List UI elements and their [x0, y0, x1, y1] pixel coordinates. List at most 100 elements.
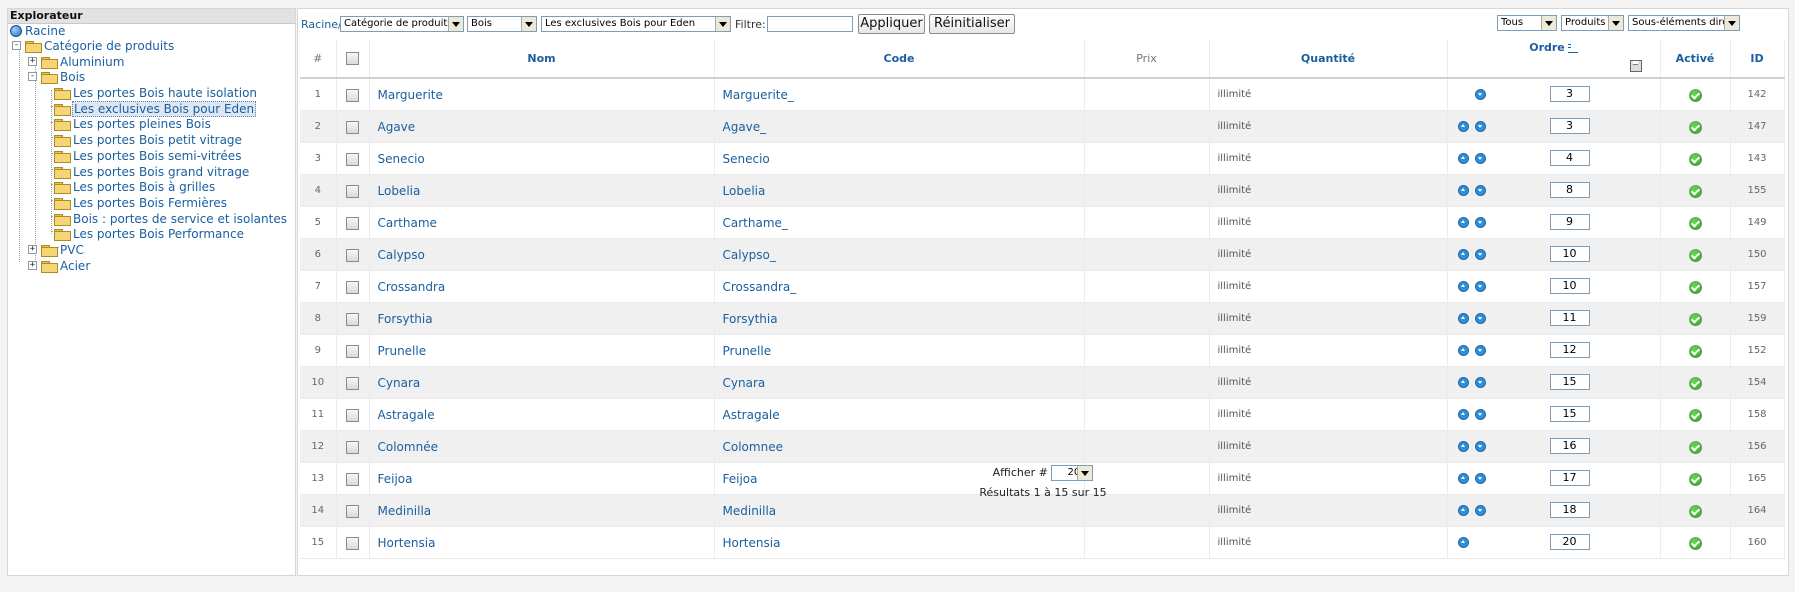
product-name-link[interactable]: Senecio: [369, 142, 715, 175]
active-check-icon[interactable]: [1688, 312, 1702, 326]
apply-button[interactable]: Appliquer: [858, 14, 925, 34]
move-up-icon[interactable]: [1457, 185, 1469, 196]
active-check-icon[interactable]: [1688, 88, 1702, 102]
move-down-icon[interactable]: [1474, 249, 1486, 260]
product-name-link[interactable]: Forsythia: [369, 302, 715, 335]
table-row[interactable]: 8 Forsythia Forsythia illimité 11 159: [300, 302, 1785, 335]
col-header-code[interactable]: Code: [714, 39, 1085, 79]
product-name-link[interactable]: Cynara: [369, 366, 715, 399]
active-check-icon[interactable]: [1688, 408, 1702, 422]
product-code-link[interactable]: Lobelia: [714, 174, 1085, 207]
status-filter-select[interactable]: Tous: [1497, 15, 1557, 31]
table-row[interactable]: 12 Colomnée Colomnee illimité 16 156: [300, 430, 1785, 463]
product-code-link[interactable]: Hortensia: [714, 526, 1085, 559]
row-checkbox[interactable]: [346, 408, 359, 422]
reset-button[interactable]: Réinitialiser: [929, 14, 1015, 34]
table-row[interactable]: 15 Hortensia Hortensia illimité 20 160: [300, 526, 1785, 559]
product-name-link[interactable]: Medinilla: [369, 494, 715, 527]
product-code-link[interactable]: Calypso_: [714, 238, 1085, 271]
product-name-link[interactable]: Agave: [369, 110, 715, 143]
table-row[interactable]: 3 Senecio Senecio illimité 4 143: [300, 142, 1785, 175]
product-code-link[interactable]: Colomnee: [714, 430, 1085, 463]
table-row[interactable]: 14 Medinilla Medinilla illimité 18 164: [300, 494, 1785, 527]
col-header-quantite[interactable]: Quantité: [1209, 39, 1448, 79]
category-select[interactable]: Catégorie de produits: [340, 16, 464, 32]
active-check-icon[interactable]: [1688, 280, 1702, 294]
move-up-icon[interactable]: [1457, 505, 1469, 516]
product-code-link[interactable]: Medinilla: [714, 494, 1085, 527]
move-down-icon[interactable]: [1474, 505, 1486, 516]
active-check-icon[interactable]: [1688, 216, 1702, 230]
order-input[interactable]: 18: [1549, 502, 1590, 518]
expand-toggle-icon[interactable]: +: [28, 261, 37, 270]
product-code-link[interactable]: Senecio: [714, 142, 1085, 175]
product-code-link[interactable]: Cynara: [714, 366, 1085, 399]
move-up-icon[interactable]: [1457, 121, 1469, 132]
product-name-link[interactable]: Marguerite: [369, 78, 715, 111]
active-check-icon[interactable]: [1688, 504, 1702, 518]
row-checkbox[interactable]: [346, 504, 359, 518]
row-checkbox[interactable]: [346, 120, 359, 134]
active-check-icon[interactable]: [1688, 344, 1702, 358]
move-down-icon[interactable]: [1474, 185, 1486, 196]
row-checkbox[interactable]: [346, 312, 359, 326]
table-row[interactable]: 6 Calypso Calypso_ illimité 10 150: [300, 238, 1785, 271]
move-up-icon[interactable]: [1457, 153, 1469, 164]
move-down-icon[interactable]: [1474, 409, 1486, 420]
move-up-icon[interactable]: [1457, 409, 1469, 420]
product-name-link[interactable]: Astragale: [369, 398, 715, 431]
row-checkbox[interactable]: [346, 280, 359, 294]
move-down-icon[interactable]: [1474, 153, 1486, 164]
order-input[interactable]: 20: [1549, 534, 1590, 550]
save-order-icon[interactable]: [1629, 60, 1642, 72]
per-page-select[interactable]: 20: [1051, 465, 1094, 481]
move-down-icon[interactable]: [1474, 89, 1486, 100]
move-up-icon[interactable]: [1457, 313, 1469, 324]
row-checkbox[interactable]: [346, 376, 359, 390]
product-code-link[interactable]: Crossandra_: [714, 270, 1085, 303]
table-row[interactable]: 9 Prunelle Prunelle illimité 12 152: [300, 334, 1785, 367]
order-input[interactable]: 12: [1549, 342, 1590, 358]
active-check-icon[interactable]: [1688, 120, 1702, 134]
row-checkbox[interactable]: [346, 536, 359, 550]
product-code-link[interactable]: Marguerite_: [714, 78, 1085, 111]
move-up-icon[interactable]: [1457, 249, 1469, 260]
table-row[interactable]: 7 Crossandra Crossandra_ illimité 10 157: [300, 270, 1785, 303]
row-checkbox[interactable]: [346, 152, 359, 166]
collection-select[interactable]: Les exclusives Bois pour Eden: [541, 16, 731, 32]
table-row[interactable]: 11 Astragale Astragale illimité 15 158: [300, 398, 1785, 431]
move-down-icon[interactable]: [1474, 345, 1486, 356]
move-down-icon[interactable]: [1474, 441, 1486, 452]
row-checkbox[interactable]: [346, 440, 359, 454]
select-all-checkbox[interactable]: [346, 51, 359, 65]
order-input[interactable]: 15: [1549, 406, 1590, 422]
order-input[interactable]: 3: [1549, 118, 1590, 134]
table-row[interactable]: 2 Agave Agave_ illimité 3 147: [300, 110, 1785, 143]
filter-input[interactable]: [767, 16, 853, 32]
row-checkbox[interactable]: [346, 248, 359, 262]
expand-toggle-icon[interactable]: +: [28, 57, 37, 66]
move-up-icon[interactable]: [1457, 441, 1469, 452]
active-check-icon[interactable]: [1688, 152, 1702, 166]
row-checkbox[interactable]: [346, 184, 359, 198]
col-header-active[interactable]: Activé: [1660, 39, 1731, 79]
product-name-link[interactable]: Carthame: [369, 206, 715, 239]
move-down-icon[interactable]: [1474, 281, 1486, 292]
move-up-icon[interactable]: [1457, 377, 1469, 388]
order-input[interactable]: 4: [1549, 150, 1590, 166]
row-checkbox[interactable]: [346, 344, 359, 358]
order-input[interactable]: 15: [1549, 374, 1590, 390]
table-row[interactable]: 1 Marguerite Marguerite_ illimité 3 142: [300, 78, 1785, 111]
move-down-icon[interactable]: [1474, 377, 1486, 388]
scope-filter-select[interactable]: Sous-éléments directs: [1628, 15, 1740, 31]
order-input[interactable]: 16: [1549, 438, 1590, 454]
product-name-link[interactable]: Lobelia: [369, 174, 715, 207]
move-down-icon[interactable]: [1474, 217, 1486, 228]
move-down-icon[interactable]: [1474, 121, 1486, 132]
table-row[interactable]: 10 Cynara Cynara illimité 15 154: [300, 366, 1785, 399]
active-check-icon[interactable]: [1688, 184, 1702, 198]
product-code-link[interactable]: Astragale: [714, 398, 1085, 431]
product-code-link[interactable]: Carthame_: [714, 206, 1085, 239]
order-input[interactable]: 10: [1549, 278, 1590, 294]
active-check-icon[interactable]: [1688, 248, 1702, 262]
